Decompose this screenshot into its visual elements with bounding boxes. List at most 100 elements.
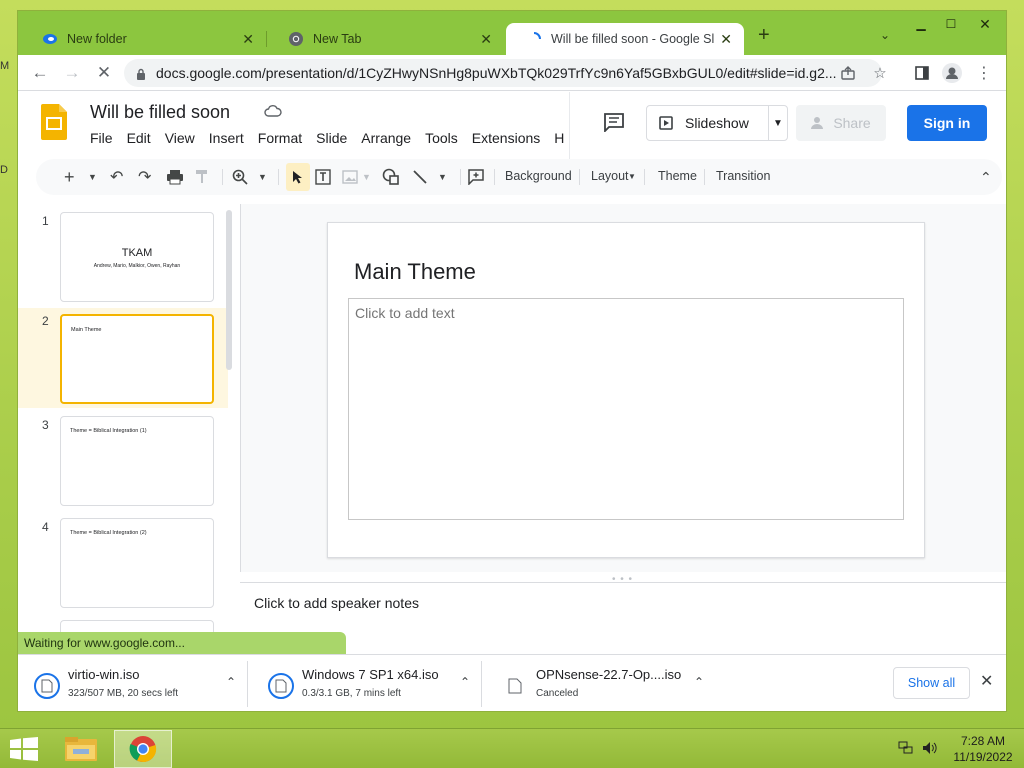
taskbar-clock[interactable]: 7:28 AM 11/19/2022 — [948, 733, 1018, 765]
chevron-up-icon[interactable]: ⌃ — [460, 675, 470, 689]
chevron-up-icon[interactable]: ⌃ — [694, 675, 704, 689]
download-progress-icon — [268, 673, 294, 699]
redo-icon[interactable]: ↷ — [138, 167, 151, 187]
paint-format-icon[interactable] — [194, 167, 210, 187]
menu-slide[interactable]: Slide — [316, 130, 347, 146]
filmstrip-slide-2[interactable]: 2 Main Theme — [18, 308, 228, 408]
editing-toolbar: + ▼ ↶ ↷ ▼ ▼ ▼ Background Layout ▼ Theme … — [36, 159, 1002, 195]
theme-button[interactable]: Theme — [658, 169, 697, 183]
menu-format[interactable]: Format — [258, 130, 302, 146]
share-page-icon[interactable] — [836, 61, 860, 85]
background-button[interactable]: Background — [505, 169, 572, 183]
maximize-button[interactable]: ☐ — [936, 13, 966, 35]
windows-start-icon[interactable] — [10, 737, 38, 761]
minimize-button[interactable]: ▁ — [906, 13, 936, 35]
stop-loading-button[interactable]: ✕ — [92, 61, 116, 85]
menu-help[interactable]: H — [554, 130, 564, 146]
menu-insert[interactable]: Insert — [209, 130, 244, 146]
clock-time: 7:28 AM — [960, 734, 1006, 748]
toolbar-separator — [222, 169, 223, 185]
google-slides-logo[interactable] — [41, 104, 67, 140]
caret-down-icon[interactable]: ▼ — [258, 167, 267, 187]
transition-button[interactable]: Transition — [716, 169, 770, 183]
slide-thumbnail[interactable]: TKAM Andrew, Mario, Malkior, Owen, Rayha… — [60, 212, 214, 302]
filmstrip-slide-4[interactable]: 4 Theme = Biblical Integration (2) — [18, 518, 228, 614]
select-cursor-icon[interactable] — [286, 163, 310, 191]
sign-in-button[interactable]: Sign in — [907, 105, 987, 141]
line-icon[interactable] — [412, 167, 428, 187]
close-icon[interactable]: ✕ — [980, 671, 993, 691]
current-slide[interactable]: Main Theme Click to add text — [327, 222, 925, 558]
forward-button[interactable]: → — [60, 61, 84, 85]
caret-down-icon[interactable]: ▼ — [628, 172, 636, 181]
download-item[interactable]: virtio-win.iso 323/507 MB, 20 secs left … — [18, 661, 248, 707]
tab-new-tab[interactable]: New Tab ✕ — [268, 23, 504, 55]
print-icon[interactable] — [166, 167, 184, 187]
new-tab-button[interactable]: + — [758, 25, 770, 45]
slide-thumbnail[interactable]: Theme = Biblical Integration (1) — [60, 416, 214, 506]
caret-down-icon[interactable]: ▼ — [438, 167, 447, 187]
slide-title-text[interactable]: Main Theme — [354, 259, 476, 285]
collapse-toolbar-icon[interactable]: ⌃ — [980, 167, 992, 187]
slide-thumbnail[interactable]: Theme = Biblical Integration (2) — [60, 518, 214, 608]
zoom-icon[interactable] — [232, 167, 248, 187]
network-icon[interactable] — [898, 741, 914, 758]
comment-history-icon[interactable] — [603, 112, 625, 135]
speaker-notes-placeholder: Click to add speaker notes — [254, 595, 419, 611]
menu-edit[interactable]: Edit — [127, 130, 151, 146]
toolbar-separator — [278, 169, 279, 185]
filmstrip-scrollbar[interactable] — [226, 210, 232, 370]
download-status: 323/507 MB, 20 secs left — [68, 688, 179, 699]
chrome-taskbar-button[interactable] — [114, 730, 172, 768]
speaker-notes[interactable]: Click to add speaker notes — [240, 582, 1006, 652]
url-text: docs.google.com/presentation/d/1CyZHwyNS… — [156, 65, 837, 81]
menu-view[interactable]: View — [165, 130, 195, 146]
menu-tools[interactable]: Tools — [425, 130, 458, 146]
insert-image-icon[interactable] — [342, 167, 358, 187]
close-icon[interactable]: ✕ — [480, 31, 492, 48]
toolbar-separator — [704, 169, 705, 185]
caret-down-icon[interactable]: ▼ — [769, 118, 787, 129]
close-icon[interactable]: ✕ — [242, 31, 254, 48]
slide-body-placeholder[interactable]: Click to add text — [348, 298, 904, 520]
shape-icon[interactable] — [382, 167, 400, 187]
profile-avatar-icon[interactable] — [940, 61, 964, 85]
tab-new-folder[interactable]: New folder ✕ — [22, 23, 266, 55]
caret-down-icon[interactable]: ▼ — [88, 167, 97, 187]
close-icon[interactable]: ✕ — [720, 31, 732, 48]
menu-extensions[interactable]: Extensions — [472, 130, 540, 146]
share-button[interactable]: Share — [796, 105, 886, 141]
cloud-saved-icon[interactable] — [264, 104, 282, 121]
text-box-icon[interactable] — [314, 167, 332, 187]
download-item[interactable]: Windows 7 SP1 x64.iso 0.3/3.1 GB, 7 mins… — [252, 661, 482, 707]
download-filename: OPNsense-22.7-Op....iso — [536, 667, 682, 682]
side-panel-icon[interactable] — [910, 61, 934, 85]
chevron-down-icon[interactable]: ⌄ — [880, 28, 890, 42]
caret-down-icon[interactable]: ▼ — [362, 167, 371, 187]
address-bar[interactable]: docs.google.com/presentation/d/1CyZHwyNS… — [124, 59, 882, 87]
new-slide-icon[interactable]: + — [64, 167, 75, 187]
bookmark-star-icon[interactable]: ☆ — [868, 61, 892, 85]
slide-thumbnail[interactable]: Main Theme — [60, 314, 214, 404]
kebab-menu-icon[interactable]: ⋮ — [972, 61, 996, 85]
layout-button[interactable]: Layout — [591, 169, 629, 183]
add-comment-icon[interactable] — [468, 167, 484, 187]
chevron-up-icon[interactable]: ⌃ — [226, 675, 236, 689]
slideshow-button[interactable]: Slideshow ▼ — [646, 105, 788, 141]
filmstrip-slide-1[interactable]: 1 TKAM Andrew, Mario, Malkior, Owen, Ray… — [18, 212, 228, 308]
tab-google-slides[interactable]: Will be filled soon - Google Slides ✕ — [506, 23, 744, 55]
document-title[interactable]: Will be filled soon — [90, 102, 230, 123]
file-explorer-taskbar-button[interactable] — [52, 730, 110, 768]
undo-icon[interactable]: ↶ — [110, 167, 123, 187]
download-item[interactable]: OPNsense-22.7-Op....iso Canceled ⌃ — [486, 661, 716, 707]
close-window-button[interactable]: ✕ — [970, 13, 1000, 35]
show-all-downloads-button[interactable]: Show all — [893, 667, 970, 699]
back-button[interactable]: ← — [28, 61, 52, 85]
volume-icon[interactable] — [922, 741, 938, 758]
filmstrip-slide-3[interactable]: 3 Theme = Biblical Integration (1) — [18, 416, 228, 512]
chrome-icon — [288, 31, 304, 47]
downloads-bar: virtio-win.iso 323/507 MB, 20 secs left … — [18, 654, 1006, 711]
menu-file[interactable]: File — [90, 130, 113, 146]
thumbnail-subtitle: Andrew, Mario, Malkior, Owen, Rayhan — [93, 263, 181, 269]
menu-arrange[interactable]: Arrange — [361, 130, 411, 146]
